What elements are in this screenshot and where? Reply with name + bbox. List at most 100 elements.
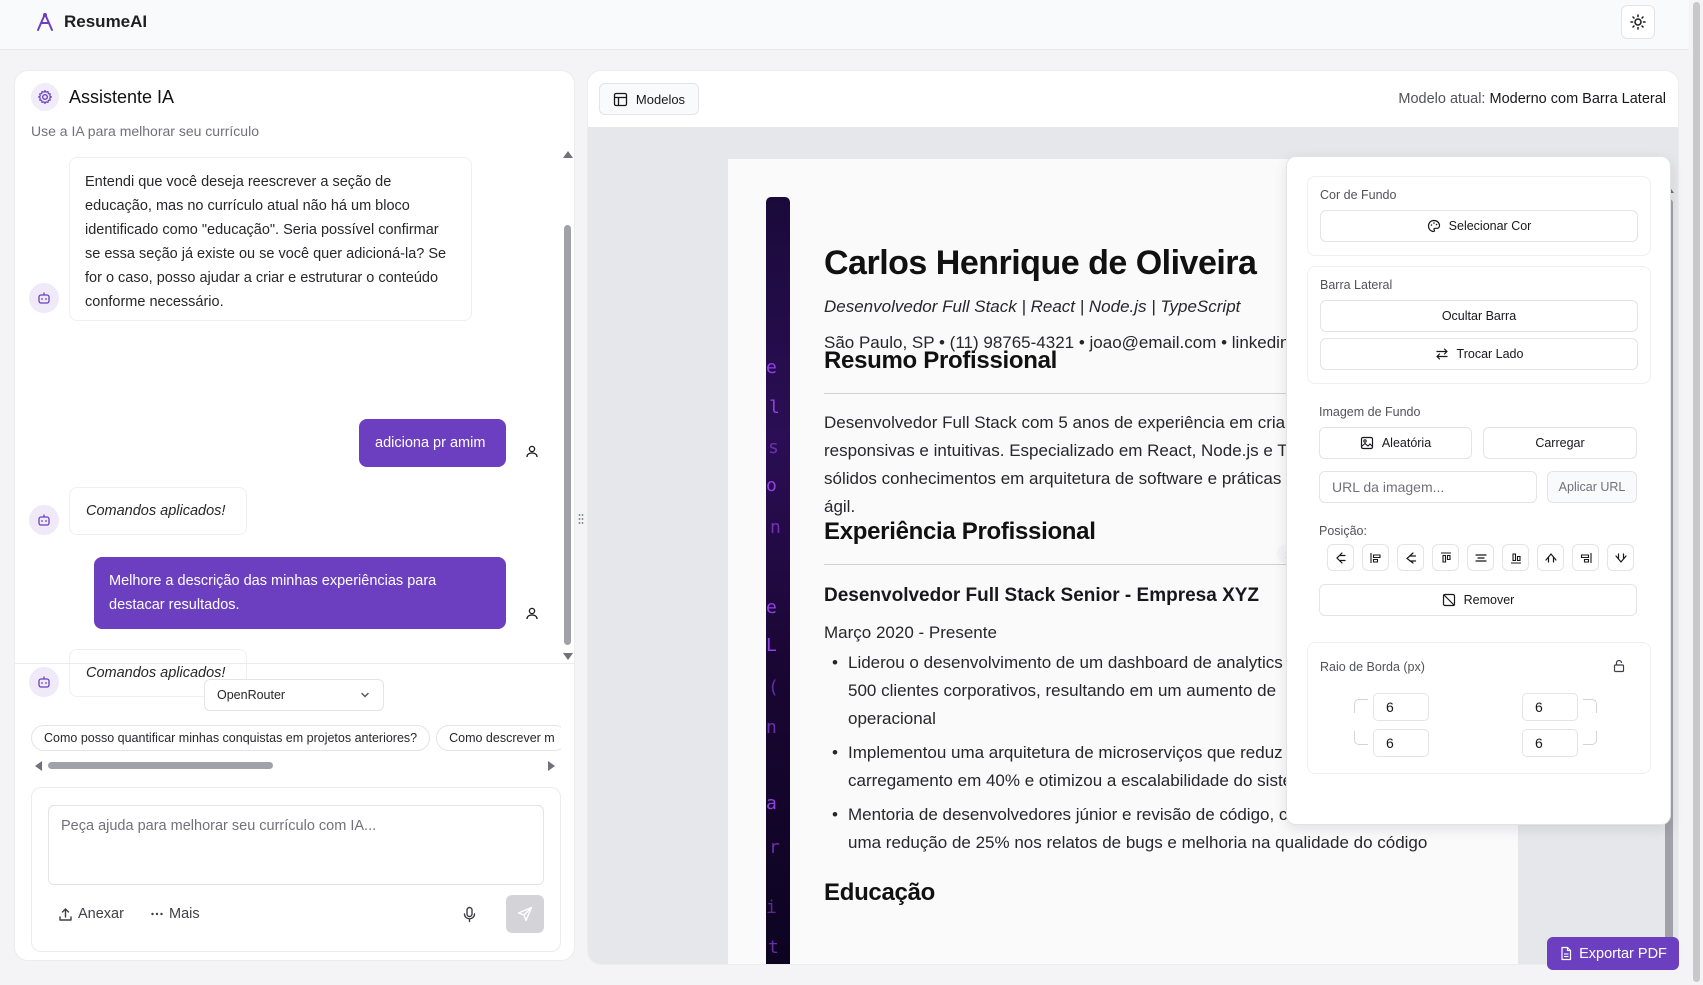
more-button[interactable]: Mais bbox=[150, 900, 200, 928]
swap-side-button[interactable]: Trocar Lado bbox=[1320, 338, 1638, 370]
random-image-button[interactable]: Aleatória bbox=[1319, 427, 1472, 459]
upload-image-button[interactable]: Carregar bbox=[1483, 427, 1637, 459]
resume-name[interactable]: Carlos Henrique de Oliveira bbox=[824, 244, 1257, 283]
code-background-pattern: i bbox=[766, 897, 777, 918]
education-heading[interactable]: Educação bbox=[824, 879, 935, 907]
position-align-left-button[interactable] bbox=[1362, 544, 1389, 571]
chat-messages[interactable]: Entendi que você deseja reescrever a seç… bbox=[15, 157, 563, 697]
bg-image-section: Imagem de Fundo Aleatória Carregar URL d… bbox=[1307, 394, 1651, 632]
bg-image-label: Imagem de Fundo bbox=[1319, 405, 1421, 419]
summary-line: sólidos conhecimentos em arquitetura de … bbox=[824, 469, 1282, 488]
attach-button[interactable]: Anexar bbox=[58, 900, 124, 928]
position-bottom-left-button[interactable] bbox=[1397, 544, 1424, 571]
experience-heading[interactable]: Experiência Profissional bbox=[824, 518, 1096, 546]
upload-icon bbox=[58, 907, 73, 922]
position-top-right-button[interactable] bbox=[1537, 544, 1564, 571]
assistant-subtitle: Use a IA para melhorar seu currículo bbox=[31, 123, 259, 139]
lock-icon[interactable] bbox=[1612, 659, 1626, 673]
gear-icon bbox=[31, 83, 59, 111]
position-center-button[interactable] bbox=[1467, 544, 1494, 571]
suggestion-chips: Como posso quantificar minhas conquistas… bbox=[31, 725, 561, 753]
radius-bottom-right-input[interactable]: 6 bbox=[1522, 729, 1578, 757]
align-bottom-right-icon bbox=[1614, 551, 1628, 565]
message-line: Melhore a descrição das minhas experiênc… bbox=[109, 573, 437, 589]
attach-label: Anexar bbox=[78, 906, 124, 922]
bot-avatar bbox=[29, 283, 59, 313]
user-message: adiciona pr amim bbox=[359, 419, 506, 467]
assistant-header: Assistente IA Use a IA para melhorar seu… bbox=[31, 83, 259, 139]
panel-resize-handle[interactable] bbox=[578, 512, 584, 526]
chips-scrollbar-thumb[interactable] bbox=[48, 762, 273, 769]
hide-bar-button[interactable]: Ocultar Barra bbox=[1320, 300, 1638, 332]
scroll-down-arrow-icon[interactable] bbox=[563, 653, 573, 660]
microphone-button[interactable] bbox=[455, 900, 483, 928]
job-title[interactable]: Desenvolvedor Full Stack Senior - Empres… bbox=[824, 585, 1259, 607]
code-background-pattern: ( bbox=[768, 677, 779, 698]
swap-side-label: Trocar Lado bbox=[1456, 347, 1524, 361]
image-url-input[interactable]: URL da imagem... bbox=[1319, 471, 1537, 503]
user-icon bbox=[525, 606, 539, 620]
position-buttons bbox=[1327, 544, 1645, 571]
export-pdf-button[interactable]: Exportar PDF bbox=[1547, 937, 1679, 970]
summary-text[interactable]: Desenvolvedor Full Stack com 5 anos de e… bbox=[824, 409, 1295, 521]
current-model: Modelo atual: Moderno com Barra Lateral bbox=[1398, 91, 1666, 107]
suggestion-chip[interactable]: Como descrever m bbox=[436, 725, 561, 751]
position-bottom-right-button[interactable] bbox=[1607, 544, 1634, 571]
prompt-input[interactable] bbox=[48, 805, 544, 885]
random-label: Aleatória bbox=[1381, 436, 1432, 450]
chat-scrollbar-thumb[interactable] bbox=[564, 225, 571, 645]
radius-top-left-input[interactable]: 6 bbox=[1373, 693, 1429, 721]
resume-sidebar-bar[interactable]: e l s o n e L ( n a r i t bbox=[766, 197, 790, 964]
summary-heading[interactable]: Resumo Profissional bbox=[824, 347, 1057, 375]
select-color-label: Selecionar Cor bbox=[1448, 219, 1532, 233]
bot-icon bbox=[37, 675, 51, 689]
code-background-pattern: e bbox=[766, 597, 777, 618]
position-top-left-button[interactable] bbox=[1327, 544, 1354, 571]
apply-url-button[interactable]: Aplicar URL bbox=[1547, 471, 1637, 503]
corner-bottom-right-icon bbox=[1583, 731, 1597, 745]
export-label: Exportar PDF bbox=[1579, 945, 1667, 962]
page-scrollbar-thumb[interactable] bbox=[1693, 2, 1700, 982]
code-background-pattern: L bbox=[766, 635, 777, 656]
theme-toggle-button[interactable] bbox=[1621, 5, 1655, 39]
model-select[interactable]: OpenRouter bbox=[204, 679, 384, 711]
image-off-icon bbox=[1442, 593, 1456, 607]
file-pdf-icon bbox=[1559, 946, 1573, 961]
current-model-label: Modelo atual: bbox=[1398, 91, 1486, 107]
suggestion-chip[interactable]: Como posso quantificar minhas conquistas… bbox=[31, 725, 431, 751]
send-icon bbox=[517, 906, 533, 922]
user-message: Melhore a descrição das minhas experiênc… bbox=[94, 557, 506, 629]
select-color-button[interactable]: Selecionar Cor bbox=[1320, 210, 1638, 242]
radius-top-right-input[interactable]: 6 bbox=[1522, 693, 1578, 721]
code-background-pattern: n bbox=[766, 717, 777, 738]
align-top-right-icon bbox=[1544, 551, 1558, 565]
remove-image-button[interactable]: Remover bbox=[1319, 584, 1637, 616]
microphone-icon bbox=[462, 906, 477, 923]
position-align-right-button[interactable] bbox=[1572, 544, 1599, 571]
composer: Anexar Mais bbox=[31, 787, 561, 952]
align-center-icon bbox=[1474, 551, 1488, 565]
user-avatar bbox=[521, 602, 543, 624]
job-period[interactable]: Março 2020 - Presente bbox=[824, 619, 997, 647]
send-button[interactable] bbox=[506, 895, 544, 933]
models-button[interactable]: Modelos bbox=[599, 83, 699, 115]
brand[interactable]: ResumeAI bbox=[34, 11, 147, 33]
scroll-left-arrow-icon[interactable] bbox=[35, 761, 42, 771]
message-line: Entendi que você deseja reescrever a seç… bbox=[85, 174, 392, 190]
scroll-right-arrow-icon[interactable] bbox=[548, 761, 555, 771]
bot-avatar bbox=[29, 667, 59, 697]
image-icon bbox=[1360, 436, 1374, 450]
bot-icon bbox=[37, 291, 51, 305]
assistant-panel: Assistente IA Use a IA para melhorar seu… bbox=[14, 70, 575, 961]
message-line: conforme necessário. bbox=[85, 294, 224, 310]
align-right-icon bbox=[1579, 551, 1593, 565]
scroll-up-arrow-icon[interactable] bbox=[563, 151, 573, 158]
align-left-icon bbox=[1369, 551, 1383, 565]
position-align-top-button[interactable] bbox=[1432, 544, 1459, 571]
resume-role[interactable]: Desenvolvedor Full Stack | React | Node.… bbox=[824, 297, 1240, 317]
current-model-value: Moderno com Barra Lateral bbox=[1489, 91, 1667, 107]
radius-bottom-left-input[interactable]: 6 bbox=[1373, 729, 1429, 757]
corner-top-right-icon bbox=[1583, 699, 1597, 713]
align-top-left-icon bbox=[1334, 551, 1348, 565]
position-align-bottom-button[interactable] bbox=[1502, 544, 1529, 571]
